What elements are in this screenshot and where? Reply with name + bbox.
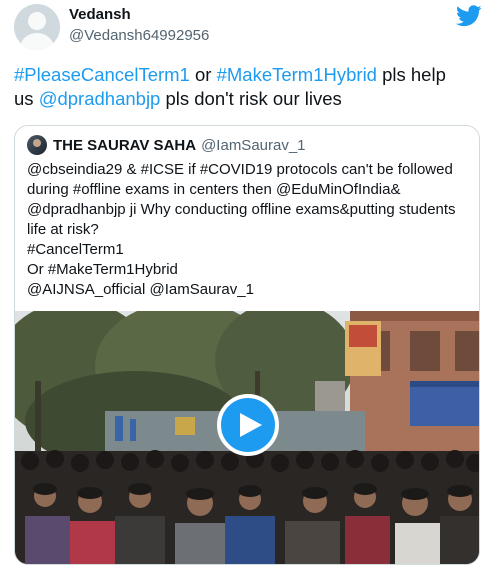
quoted-tweet-header: THE SAURAV SAHA @IamSaurav_1 [27,135,306,155]
avatar-head-shape [28,12,46,30]
tweet-text-segment: us [14,88,39,109]
tweet-line-2: us @dpradhanbjp pls don't risk our lives [14,87,476,111]
tweet-text: #PleaseCancelTerm1 or #MakeTerm1Hybrid p… [14,63,476,111]
tweet-line-1: #PleaseCancelTerm1 or #MakeTerm1Hybrid p… [14,63,476,87]
quoted-author-handle[interactable]: @IamSaurav_1 [201,137,305,154]
quoted-text-line: during #offline exams in centers then @E… [27,181,401,198]
quoted-text-line: #CancelTerm1 [27,241,124,258]
hashtag-link[interactable]: #MakeTerm1Hybrid [217,64,377,85]
avatar-body-shape [20,33,54,50]
quoted-text-line: @cbseindia29 & #ICSE if #COVID19 protoco… [27,161,453,178]
tweet-card: Vedansh @Vedansh64992956 #PleaseCancelTe… [0,0,483,565]
quoted-text-line: life at risk? [27,221,99,238]
hashtag-link[interactable]: #PleaseCancelTerm1 [14,64,190,85]
mention-link[interactable]: @dpradhanbjp [39,88,161,109]
quoted-tweet[interactable]: THE SAURAV SAHA @IamSaurav_1 @cbseindia2… [14,125,480,565]
video-thumbnail[interactable] [15,311,479,564]
author-name[interactable]: Vedansh [69,6,131,23]
quoted-text-line: Or #MakeTerm1Hybrid [27,261,178,278]
quoted-text-line: @dpradhanbjp ji Why conducting offline e… [27,201,456,218]
play-icon [240,413,262,437]
tweet-text-segment: pls don't risk our lives [160,88,342,109]
tweet-text-segment: or [189,64,217,85]
tweet-text-segment: pls help [376,64,446,85]
play-button[interactable] [217,394,279,456]
quoted-text-line: @AIJNSA_official @IamSaurav_1 [27,281,254,298]
author-handle[interactable]: @Vedansh64992956 [69,27,209,44]
quoted-tweet-text: @cbseindia29 & #ICSE if #COVID19 protoco… [27,160,475,300]
twitter-bird-icon[interactable] [456,5,482,27]
author-avatar[interactable] [14,4,60,50]
quoted-author-name[interactable]: THE SAURAV SAHA [53,137,196,154]
quoted-author-avatar[interactable] [27,135,47,155]
